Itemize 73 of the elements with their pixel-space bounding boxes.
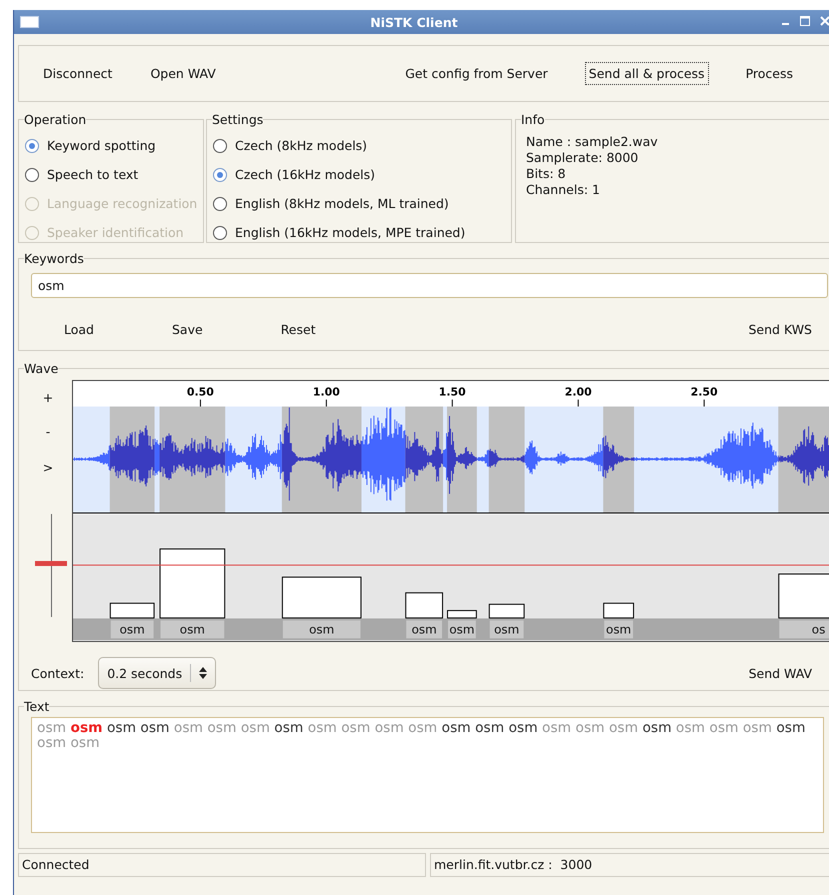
radio-label: English (16kHz models, MPE trained) <box>235 225 466 240</box>
toolbar-button[interactable]: Disconnect <box>39 62 116 85</box>
radio-label: Czech (8kHz models) <box>235 138 368 153</box>
tick-label: 1.50 <box>438 386 466 399</box>
radio-button[interactable] <box>213 226 227 240</box>
info-text: Bits: 8 <box>526 166 567 182</box>
group-title: Info <box>521 112 545 127</box>
tick-mark <box>704 399 705 408</box>
radio-label: Czech (16kHz models) <box>235 167 376 182</box>
group-title: Wave <box>24 361 58 376</box>
tick-label: 2.50 <box>690 386 718 399</box>
info-text: Channels: 1 <box>526 182 601 198</box>
detection-label: osm <box>110 620 154 638</box>
detection-label: osm <box>490 620 524 638</box>
group-title: Operation <box>24 112 86 127</box>
context-label: Context: <box>31 666 84 680</box>
radio-button[interactable] <box>25 138 39 152</box>
info-text: Samplerate: 8000 <box>526 150 640 166</box>
radio-button[interactable] <box>213 168 227 182</box>
radio-label: Speaker identification <box>47 225 184 240</box>
score-bar <box>488 604 525 618</box>
score-bar <box>447 610 477 618</box>
detection-label: osm <box>406 620 442 638</box>
detection-label: osm <box>282 620 360 638</box>
zoom-button[interactable]: - <box>39 424 57 439</box>
keyword-button[interactable]: Load <box>60 318 98 341</box>
group-title: Text <box>24 699 50 714</box>
radio-label: Speech to text <box>47 167 138 182</box>
score-bar <box>405 592 444 618</box>
context-spinbox[interactable]: 0.2 seconds <box>98 657 216 689</box>
threshold-slider[interactable] <box>35 512 67 618</box>
keyword-button[interactable]: Reset <box>276 318 320 341</box>
toolbar-button[interactable]: Send all & process <box>584 62 709 85</box>
send-wav-button[interactable]: Send WAV <box>744 662 816 684</box>
slider-thumb[interactable] <box>35 561 67 566</box>
radio-button[interactable] <box>25 168 39 182</box>
keyword-field[interactable]: osm <box>31 273 828 298</box>
zoom-button[interactable]: > <box>39 460 57 475</box>
detection-label: osm <box>604 620 634 638</box>
send-kws-button[interactable]: Send KWS <box>744 318 816 341</box>
group-title: Settings <box>212 112 264 127</box>
detection-label: os <box>779 620 829 638</box>
score-bar <box>603 602 634 618</box>
close-icon[interactable] <box>820 16 829 26</box>
tick-mark <box>200 399 201 408</box>
maximize-icon[interactable] <box>800 16 810 26</box>
transcript-text: osm osm osm osm osm osm osm osm osm osm osm osm osm osm osm osm osm osm osm osm osm osm osm osm osm <box>31 717 824 833</box>
tick-label: 0.50 <box>186 386 214 399</box>
tick-mark <box>452 399 453 408</box>
score-bar <box>110 602 155 618</box>
group-title: Keywords <box>24 251 84 266</box>
status-text: merlin.fit.vutbr.cz : 3000 <box>430 853 829 877</box>
info-text: Name : sample2.wav <box>526 134 659 150</box>
radio-label: Keyword spotting <box>47 138 156 153</box>
detection-label: osm <box>448 620 476 638</box>
toolbar-button[interactable]: Open WAV <box>146 62 220 85</box>
status-text: Connected <box>18 853 426 877</box>
toolbar-button[interactable]: Get config from Server <box>401 62 552 85</box>
window-title: NiSTK Client <box>369 14 459 30</box>
toolbar-button[interactable]: Process <box>742 62 797 85</box>
score-bar <box>160 548 226 618</box>
keyword-button[interactable]: Save <box>168 318 207 341</box>
tick-label: 1.00 <box>312 386 340 399</box>
tick-mark <box>326 399 327 408</box>
radio-button[interactable] <box>213 196 227 210</box>
spin-arrows-icon[interactable] <box>199 667 208 679</box>
radio-label: English (8kHz models, ML trained) <box>235 196 449 211</box>
radio-label: Language recognization <box>47 196 198 211</box>
radio-button[interactable] <box>213 138 227 152</box>
detection-label: osm <box>160 620 224 638</box>
tick-label: 2.00 <box>564 386 592 399</box>
tick-mark <box>578 399 579 408</box>
zoom-button[interactable]: + <box>39 390 57 405</box>
